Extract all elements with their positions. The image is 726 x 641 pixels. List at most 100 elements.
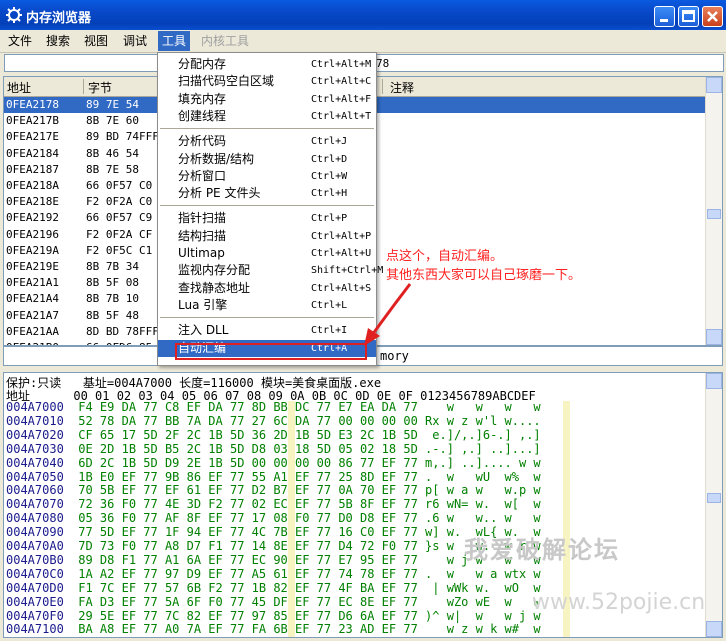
menu-item-label: 查找静态地址 xyxy=(178,280,251,295)
menu-item-label: 填充内存 xyxy=(178,91,227,106)
tools-menu-item[interactable]: 查找静态地址 Ctrl+Alt+S xyxy=(158,280,376,297)
menu-item-shortcut: Ctrl+I xyxy=(311,325,348,337)
hex-row[interactable]: 004A7070 72 36 F0 77 4E 3D F2 77 02 EC E… xyxy=(6,498,541,511)
scroll-thumb[interactable] xyxy=(707,493,721,503)
column-divider[interactable] xyxy=(83,79,84,94)
tools-menu-item[interactable]: Ultimap Ctrl+Alt+U xyxy=(158,245,376,262)
menu-file[interactable]: 文件 xyxy=(4,33,36,50)
maximize-button[interactable] xyxy=(678,6,699,27)
hex-row[interactable]: 004A70F0 29 5E EF 77 7C 82 EF 77 97 85 E… xyxy=(6,609,541,623)
tools-menu-item[interactable]: 填充内存 Ctrl+Alt+F xyxy=(158,91,376,108)
menu-item-shortcut: Ctrl+Alt+T xyxy=(311,110,372,122)
menu-item-label: 分析数据/结构 xyxy=(178,151,255,166)
menu-item-shortcut: Ctrl+L xyxy=(311,299,348,311)
col-comment[interactable]: 注释 xyxy=(390,79,414,96)
hex-row[interactable]: 004A70D0 F1 7C EF 77 57 6B F2 77 1B 82 E… xyxy=(6,580,541,595)
disasm-address: 0FEA218A xyxy=(6,179,59,192)
hex-address: 004A7060 xyxy=(6,483,64,498)
scroll-down-arrow[interactable] xyxy=(706,329,722,345)
disasm-bytes: 66 0F57 C9 xyxy=(86,211,153,225)
hex-row[interactable]: 004A70B0 89 D8 F1 77 A1 6A EF 77 EC 90 E… xyxy=(6,553,541,567)
tools-menu-item[interactable]: 分配内存 Ctrl+Alt+M xyxy=(158,56,376,73)
tools-menu-item[interactable]: 分析窗口 Ctrl+W xyxy=(158,168,376,185)
hex-row[interactable]: 004A70A0 7D 73 F0 77 A8 D7 F1 77 14 8E E… xyxy=(6,540,541,553)
menu-tools[interactable]: 工具 xyxy=(158,31,191,51)
column-divider[interactable] xyxy=(382,79,383,94)
menu-item-label: Ultimap xyxy=(178,246,225,260)
col-address[interactable]: 地址 xyxy=(7,79,31,96)
hex-address: 004A70A0 xyxy=(6,539,64,553)
hex-row[interactable]: 004A7040 6D 2C 1B 5D D9 2E 1B 5D 00 00 0… xyxy=(6,456,541,470)
scroll-down-arrow[interactable] xyxy=(706,621,722,637)
tools-menu-item[interactable]: 扫描代码空白区域 Ctrl+Alt+C xyxy=(158,73,376,90)
minimize-button[interactable] xyxy=(654,6,675,27)
hex-address: 004A70D0 xyxy=(6,580,64,595)
disasm-bytes: 89 7E 54 xyxy=(86,98,139,111)
hex-bytes: 1A A2 EF 77 97 D9 EF 77 A5 61 EF 77 74 7… xyxy=(78,566,418,581)
menu-bar: 文件 搜索 视图 调试 工具 内核工具 xyxy=(0,30,726,53)
hex-ascii: . w wU w% w xyxy=(425,469,541,484)
scroll-thumb[interactable] xyxy=(707,209,721,219)
close-button[interactable] xyxy=(702,6,723,27)
hex-row[interactable]: 004A7030 0E 2D 1B 5D B5 2C 1B 5D D8 03 1… xyxy=(6,442,541,456)
disasm-bytes: 8B 5F 48 xyxy=(86,308,139,322)
hex-row[interactable]: 004A7080 05 36 F0 77 AF 8F EF 77 17 08 F… xyxy=(6,512,541,525)
hex-row[interactable]: 004A7010 52 78 DA 77 BB 7A DA 77 27 6C D… xyxy=(6,413,541,428)
menu-item-label: 创建线程 xyxy=(178,108,227,123)
hex-row[interactable]: 004A70C0 1A A2 EF 77 97 D9 EF 77 A5 61 E… xyxy=(6,566,541,581)
hex-row[interactable]: 004A7090 77 5D EF 77 1F 94 EF 77 4C 7B E… xyxy=(6,526,541,539)
menu-item-shortcut: Ctrl+Alt+F xyxy=(311,93,372,105)
scroll-up-arrow[interactable] xyxy=(706,373,722,389)
address-fragment: 78 xyxy=(376,57,390,70)
tools-menu-item[interactable]: 监视内存分配 Shift+Ctrl+M xyxy=(158,262,383,279)
hex-row[interactable]: 004A70E0 FA D3 EF 77 5A 6F F0 77 45 DF E… xyxy=(6,594,541,609)
tools-menu-item[interactable]: 分析数据/结构 Ctrl+D xyxy=(158,151,376,168)
minimize-icon xyxy=(660,19,668,22)
menu-item-label: 监视内存分配 xyxy=(178,263,251,278)
hex-ascii: r6 wN= w. w[ w xyxy=(425,497,541,512)
hex-address: 004A7010 xyxy=(6,413,64,428)
watermark-url: www.52pojie.cn xyxy=(532,590,706,615)
disasm-bytes: 8B 7E 60 xyxy=(86,114,139,128)
hex-scrollbar[interactable] xyxy=(705,373,722,637)
menu-item-label: Lua 引擎 xyxy=(178,297,228,312)
hex-row[interactable]: 004A7050 1B E0 EF 77 9B 86 EF 77 55 A1 E… xyxy=(6,469,541,484)
hex-row[interactable]: 004A7060 70 5B EF 77 EF 61 EF 77 D2 B7 E… xyxy=(6,484,541,497)
disasm-bytes: 8B 5F 08 xyxy=(86,276,139,290)
disasm-address: 0FEA219E xyxy=(6,260,59,273)
menu-item-shortcut: Shift+Ctrl+M xyxy=(311,265,384,277)
scroll-up-arrow[interactable] xyxy=(706,77,722,93)
disasm-address: 0FEA21A1 xyxy=(6,276,59,290)
hex-row[interactable]: 004A7100 BA A8 EF 77 A0 7A EF 77 FA 6B E… xyxy=(6,623,541,636)
tools-menu-item[interactable]: 分析 PE 文件头 Ctrl+H xyxy=(158,185,376,202)
menu-item-label: 结构扫描 xyxy=(178,228,227,243)
hex-address: 004A70E0 xyxy=(6,594,64,609)
tools-menu-item[interactable]: Lua 引擎 Ctrl+L xyxy=(158,297,376,314)
col-bytes[interactable]: 字节 xyxy=(88,79,112,96)
hex-ascii: . w w a wtx w xyxy=(425,566,541,581)
hex-address: 004A7080 xyxy=(6,511,64,526)
menu-kernel-tools[interactable]: 内核工具 xyxy=(197,33,253,50)
menu-item-shortcut: Ctrl+W xyxy=(311,170,348,182)
tools-menu-item[interactable]: 创建线程 Ctrl+Alt+T xyxy=(158,108,376,125)
hex-ascii: p[ w a w w.p w xyxy=(425,483,541,498)
disasm-address: 0FEA21AA xyxy=(6,324,59,338)
hex-row[interactable]: 004A7020 CF 65 17 5D 2F 2C 1B 5D 36 2D 1… xyxy=(6,428,541,442)
hex-address: 004A7100 xyxy=(6,622,64,637)
tools-menu-item[interactable]: 注入 DLL Ctrl+I xyxy=(158,322,376,339)
menu-view[interactable]: 视图 xyxy=(80,33,112,50)
tools-menu-item[interactable]: 指针扫描 Ctrl+P xyxy=(158,210,376,227)
tools-menu-item[interactable]: 结构扫描 Ctrl+Alt+P xyxy=(158,228,376,245)
menu-debug[interactable]: 调试 xyxy=(119,33,151,50)
annotation-line-2: 其他东西大家可以自己琢磨一下。 xyxy=(386,268,582,283)
tools-menu-item[interactable]: 分析代码 Ctrl+J xyxy=(158,133,376,150)
menu-separator xyxy=(160,205,374,207)
hex-row[interactable]: 004A7000 F4 E9 DA 77 C8 EF DA 77 8D BB D… xyxy=(6,401,541,414)
disassembler-scrollbar[interactable] xyxy=(705,77,722,345)
hex-ascii: w w w w xyxy=(425,400,541,414)
menu-separator xyxy=(160,128,374,130)
menu-search[interactable]: 搜索 xyxy=(42,33,74,50)
disasm-bytes: 8B 7B 10 xyxy=(86,292,139,306)
menu-item-label: 分析窗口 xyxy=(178,168,227,183)
annotation-line-1: 点这个，自动汇编。 xyxy=(386,249,504,264)
